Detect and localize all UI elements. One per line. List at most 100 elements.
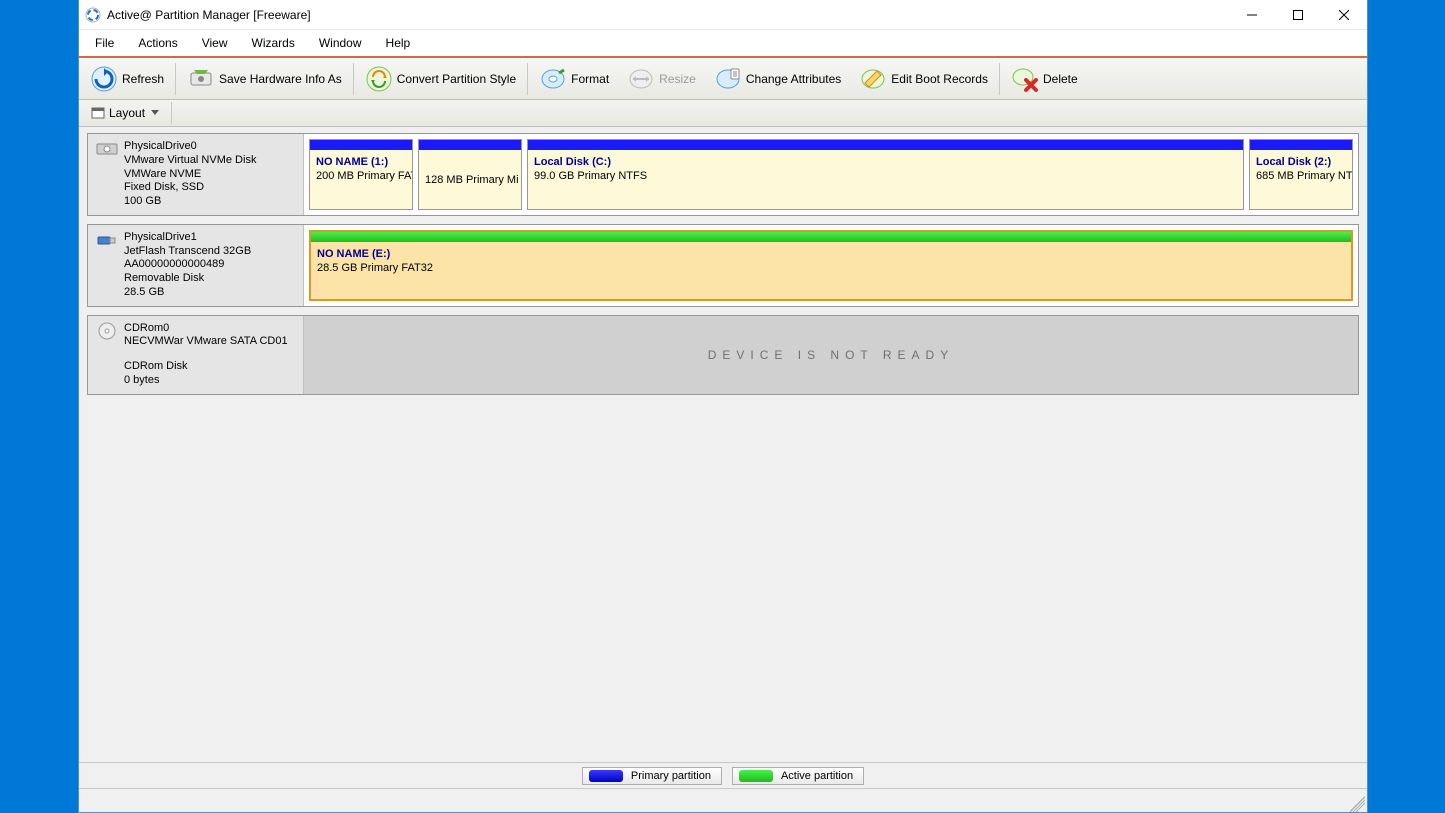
delete-icon (1011, 65, 1039, 93)
drive-line: 0 bytes (124, 374, 288, 388)
menu-help[interactable]: Help (376, 32, 421, 54)
cdrom-icon (96, 322, 118, 340)
drive-row[interactable]: PhysicalDrive0 VMware Virtual NVMe Disk … (87, 133, 1359, 216)
partition-name: NO NAME (1:) (316, 156, 406, 168)
partition[interactable]: 128 MB Primary Mi (418, 139, 522, 210)
resize-label: Resize (659, 72, 696, 86)
drive-info: PhysicalDrive0 VMware Virtual NVMe Disk … (88, 134, 304, 215)
format-icon (539, 65, 567, 93)
delete-label: Delete (1043, 72, 1078, 86)
partition-detail: 685 MB Primary NT (1256, 170, 1346, 182)
layout-bar: Layout (79, 100, 1367, 127)
chevron-down-icon (151, 110, 159, 116)
edit-boot-label: Edit Boot Records (891, 72, 988, 86)
partition-detail: 28.5 GB Primary FAT32 (317, 262, 1345, 274)
menu-view[interactable]: View (192, 32, 238, 54)
partition-stripe (311, 232, 1351, 242)
close-button[interactable] (1321, 0, 1367, 30)
partition-detail: 99.0 GB Primary NTFS (534, 170, 1237, 182)
drive-list: PhysicalDrive0 VMware Virtual NVMe Disk … (79, 127, 1367, 762)
partition-name: Local Disk (C:) (534, 156, 1237, 168)
resize-icon (627, 65, 655, 93)
menu-actions[interactable]: Actions (128, 32, 187, 54)
delete-button[interactable]: Delete (1003, 61, 1086, 97)
legend-active: Active partition (732, 767, 864, 785)
drive-line: VMWare NVME (124, 168, 256, 182)
resize-button[interactable]: Resize (619, 61, 704, 97)
hdd-icon (96, 140, 118, 158)
partition-area: NO NAME (E:) 28.5 GB Primary FAT32 (304, 225, 1358, 306)
app-icon (85, 7, 101, 23)
drive-row[interactable]: PhysicalDrive1 JetFlash Transcend 32GB A… (87, 224, 1359, 307)
partition[interactable]: NO NAME (1:) 200 MB Primary FAT (309, 139, 413, 210)
partition-name: Local Disk (2:) (1256, 156, 1346, 168)
drive-line: CDRom Disk (124, 360, 288, 374)
usb-icon (96, 231, 118, 249)
convert-icon (365, 65, 393, 93)
drive-line: Removable Disk (124, 272, 251, 286)
drive-name: PhysicalDrive0 (124, 140, 256, 154)
format-label: Format (571, 72, 609, 86)
drive-row[interactable]: CDRom0 NECVMWar VMware SATA CD01 CDRom D… (87, 315, 1359, 395)
format-button[interactable]: Format (531, 61, 617, 97)
partition-detail: 128 MB Primary Mi (425, 174, 515, 186)
minimize-button[interactable] (1229, 0, 1275, 30)
drive-info: PhysicalDrive1 JetFlash Transcend 32GB A… (88, 225, 304, 306)
drive-line: 100 GB (124, 195, 256, 209)
partition-stripe (1250, 140, 1352, 150)
partition-area-empty: DEVICE IS NOT READY (304, 316, 1358, 394)
drive-line: AA00000000000489 (124, 258, 251, 272)
partition-stripe (419, 140, 521, 150)
toolbar: Refresh Save Hardware Info As Convert Pa… (79, 58, 1367, 100)
statusbar (79, 788, 1367, 812)
menu-file[interactable]: File (85, 32, 124, 54)
drive-line: JetFlash Transcend 32GB (124, 245, 251, 259)
app-window: Active@ Partition Manager [Freeware] Fil… (78, 0, 1368, 813)
partition-detail: 200 MB Primary FAT (316, 170, 406, 182)
convert-label: Convert Partition Style (397, 72, 516, 86)
refresh-button[interactable]: Refresh (82, 61, 172, 97)
partition-name: NO NAME (E:) (317, 248, 1345, 260)
legend-active-label: Active partition (781, 770, 853, 782)
drive-line: Fixed Disk, SSD (124, 181, 256, 195)
legend-primary-label: Primary partition (631, 770, 711, 782)
titlebar: Active@ Partition Manager [Freeware] (79, 0, 1367, 30)
change-attr-label: Change Attributes (746, 72, 841, 86)
change-attr-button[interactable]: Change Attributes (706, 61, 849, 97)
partition-stripe (528, 140, 1243, 150)
window-title: Active@ Partition Manager [Freeware] (107, 8, 1229, 22)
refresh-label: Refresh (122, 72, 164, 86)
convert-button[interactable]: Convert Partition Style (357, 61, 524, 97)
partition[interactable]: Local Disk (2:) 685 MB Primary NT (1249, 139, 1353, 210)
refresh-icon (90, 65, 118, 93)
drive-name: CDRom0 (124, 322, 288, 336)
edit-boot-icon (859, 65, 887, 93)
partition-selected[interactable]: NO NAME (E:) 28.5 GB Primary FAT32 (309, 230, 1353, 301)
layout-icon (91, 106, 105, 120)
partition[interactable]: Local Disk (C:) 99.0 GB Primary NTFS (527, 139, 1244, 210)
drive-info: CDRom0 NECVMWar VMware SATA CD01 CDRom D… (88, 316, 304, 394)
partition-area: NO NAME (1:) 200 MB Primary FAT 128 MB P… (304, 134, 1358, 215)
menu-wizards[interactable]: Wizards (242, 32, 305, 54)
layout-label: Layout (109, 106, 145, 120)
not-ready-text: DEVICE IS NOT READY (708, 348, 954, 362)
drive-line: 28.5 GB (124, 286, 251, 300)
menu-window[interactable]: Window (309, 32, 372, 54)
save-hw-button[interactable]: Save Hardware Info As (179, 61, 350, 97)
attributes-icon (714, 65, 742, 93)
menubar: File Actions View Wizards Window Help (79, 30, 1367, 58)
partition-stripe (310, 140, 412, 150)
maximize-button[interactable] (1275, 0, 1321, 30)
edit-boot-button[interactable]: Edit Boot Records (851, 61, 996, 97)
swatch-primary (589, 770, 623, 782)
drive-line (124, 349, 288, 360)
legend: Primary partition Active partition (79, 762, 1367, 788)
drive-line: NECVMWar VMware SATA CD01 (124, 335, 288, 349)
save-hw-label: Save Hardware Info As (219, 72, 342, 86)
drive-line: VMware Virtual NVMe Disk (124, 154, 256, 168)
layout-button[interactable]: Layout (83, 104, 167, 122)
drive-name: PhysicalDrive1 (124, 231, 251, 245)
swatch-active (739, 770, 773, 782)
legend-primary: Primary partition (582, 767, 722, 785)
resize-grip[interactable] (1349, 796, 1365, 812)
